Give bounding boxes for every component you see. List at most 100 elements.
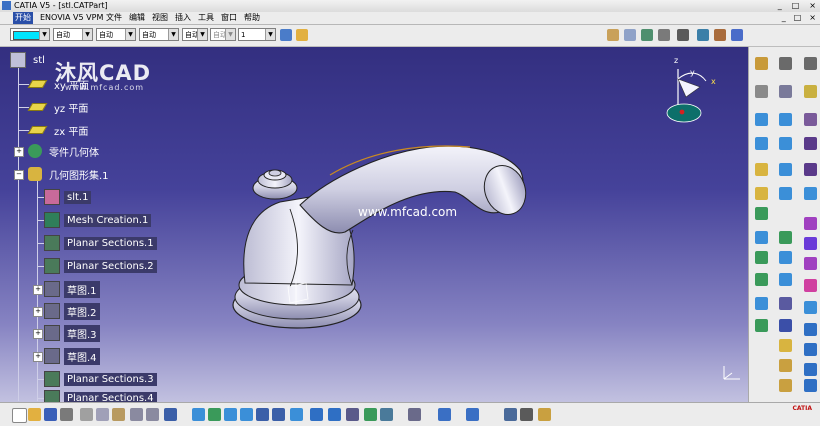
std-tool-4-icon[interactable] [658, 29, 670, 41]
zoom-out-icon[interactable] [272, 408, 285, 421]
menu-enovia[interactable]: ENOVIA V5 VPM [40, 12, 103, 24]
tree-item-zx-plane[interactable]: zx 平面 [27, 122, 91, 138]
doc-maximize-button[interactable]: □ [794, 12, 802, 24]
tree-item-part-body[interactable]: 零件几何体 [28, 143, 102, 159]
curve-tool-icon[interactable] [804, 85, 817, 98]
swap-space-icon[interactable] [364, 408, 377, 421]
knowledge-icon[interactable] [538, 408, 551, 421]
menu-help[interactable]: 帮助 [244, 12, 260, 24]
doc-close-button[interactable]: × [809, 12, 816, 24]
expand-icon[interactable]: + [33, 352, 43, 362]
tree-item-sketch-2[interactable]: 草图.2 [44, 302, 100, 320]
point-type-combo[interactable]: 自动 ▼ [182, 28, 208, 41]
tree-item-yz-plane[interactable]: yz 平面 [27, 99, 91, 115]
surface-tool-4-icon[interactable] [804, 217, 817, 230]
open-folder-icon[interactable] [28, 408, 41, 421]
section-tool-1-icon[interactable] [755, 231, 768, 244]
zoom-in-icon[interactable] [256, 408, 269, 421]
tree-item-slt[interactable]: slt.1 [44, 189, 92, 205]
minimize-button[interactable]: _ [778, 1, 782, 11]
shading-icon[interactable] [328, 408, 341, 421]
surface-tool-1-icon[interactable] [804, 113, 817, 126]
redo-icon[interactable] [146, 408, 159, 421]
undo-icon[interactable] [130, 408, 143, 421]
menu-start[interactable]: 开始 [13, 12, 33, 24]
line-type-combo[interactable]: 自动 ▼ [139, 28, 179, 41]
circle-tool-icon[interactable] [779, 163, 792, 176]
line-tool-icon[interactable] [779, 57, 792, 70]
paste-icon[interactable] [112, 408, 125, 421]
measure-icon[interactable] [438, 408, 451, 421]
expand-icon[interactable]: + [33, 329, 43, 339]
cloud-tool-2-icon[interactable] [779, 113, 792, 126]
fly-mode-icon[interactable] [192, 408, 205, 421]
menu-insert[interactable]: 插入 [175, 12, 191, 24]
expand-icon[interactable]: + [33, 285, 43, 295]
arc-tool-icon[interactable] [779, 187, 792, 200]
compass-icon[interactable]: z y x [662, 51, 732, 131]
std-tool-1-icon[interactable] [607, 29, 619, 41]
view-mode-icon[interactable] [380, 408, 393, 421]
tree-item-sketch-1[interactable]: 草图.1 [44, 280, 100, 298]
point-tool-icon[interactable] [804, 57, 817, 70]
render-style-combo[interactable]: 自动 ▼ [210, 28, 236, 41]
normal-view-icon[interactable] [290, 408, 303, 421]
sketch-tool-icon[interactable] [755, 85, 768, 98]
properties-icon[interactable] [296, 29, 308, 41]
menu-window[interactable]: 窗口 [221, 12, 237, 24]
analysis-tool-5-icon[interactable] [779, 379, 792, 392]
transparency-combo[interactable]: 自动 ▼ [53, 28, 93, 41]
surface-tool-11-icon[interactable] [804, 363, 817, 376]
surface-tool-10-icon[interactable] [804, 343, 817, 356]
copy-icon[interactable] [96, 408, 109, 421]
whats-this-icon[interactable] [164, 408, 177, 421]
menu-edit[interactable]: 编辑 [129, 12, 145, 24]
hide-show-icon[interactable] [346, 408, 359, 421]
workbench-icon[interactable] [755, 57, 768, 70]
tree-item-planar-sections-3[interactable]: Planar Sections.3 [44, 371, 157, 387]
apply-material-icon[interactable] [466, 408, 479, 421]
std-tool-8-icon[interactable] [731, 29, 743, 41]
3d-viewport[interactable]: stl xy 平面 yz 平面 zx 平面 + 零件几何体 − 几何图形集.1 [0, 47, 748, 402]
color-combo[interactable]: ▼ [10, 28, 50, 41]
cloud-tool-3-icon[interactable] [755, 137, 768, 150]
analysis-tool-3-icon[interactable] [779, 339, 792, 352]
tree-item-planar-sections-4[interactable]: Planar Sections.4 [44, 390, 157, 402]
menu-tools[interactable]: 工具 [198, 12, 214, 24]
mesh-tool-3-icon[interactable] [755, 207, 768, 220]
std-tool-5-icon[interactable] [677, 29, 689, 41]
menu-view[interactable]: 视图 [152, 12, 168, 24]
menu-file[interactable]: 文件 [106, 12, 122, 24]
section-tool-2-icon[interactable] [779, 231, 792, 244]
format-painter-icon[interactable] [280, 29, 292, 41]
surface-tool-7-icon[interactable] [804, 279, 817, 292]
section-tool-7-icon[interactable] [755, 297, 768, 310]
axis-system-icon[interactable] [408, 408, 421, 421]
tree-item-geometric-set[interactable]: 几何图形集.1 [28, 166, 112, 182]
update-icon[interactable] [504, 408, 517, 421]
tree-item-planar-sections-2[interactable]: Planar Sections.2 [44, 258, 157, 274]
surface-tool-5-icon[interactable] [804, 237, 817, 250]
fit-all-icon[interactable] [208, 408, 221, 421]
tree-item-mesh-creation[interactable]: Mesh Creation.1 [44, 212, 152, 228]
doc-minimize-button[interactable]: _ [782, 12, 786, 24]
tree-item-sketch-4[interactable]: 草图.4 [44, 347, 100, 365]
quick-view-icon[interactable] [310, 408, 323, 421]
cloud-tool-1-icon[interactable] [755, 113, 768, 126]
surface-tool-8-icon[interactable] [804, 301, 817, 314]
tree-item-sketch-3[interactable]: 草图.3 [44, 324, 100, 342]
surface-tool-3-icon[interactable] [804, 163, 817, 176]
cut-icon[interactable] [80, 408, 93, 421]
analysis-tool-1-icon[interactable] [755, 319, 768, 332]
save-icon[interactable] [44, 408, 57, 421]
layer-combo[interactable]: 1 ▼ [238, 28, 276, 41]
maximize-button[interactable]: □ [792, 1, 800, 11]
analysis-tool-2-icon[interactable] [779, 319, 792, 332]
new-file-icon[interactable] [12, 408, 27, 423]
tree-root[interactable]: stl [10, 52, 48, 68]
surface-tool-12-icon[interactable] [804, 379, 817, 392]
close-button[interactable]: × [809, 1, 816, 11]
surface-tool-9-icon[interactable] [804, 323, 817, 336]
param-icon[interactable] [520, 408, 533, 421]
spline-tool-icon[interactable] [804, 187, 817, 200]
